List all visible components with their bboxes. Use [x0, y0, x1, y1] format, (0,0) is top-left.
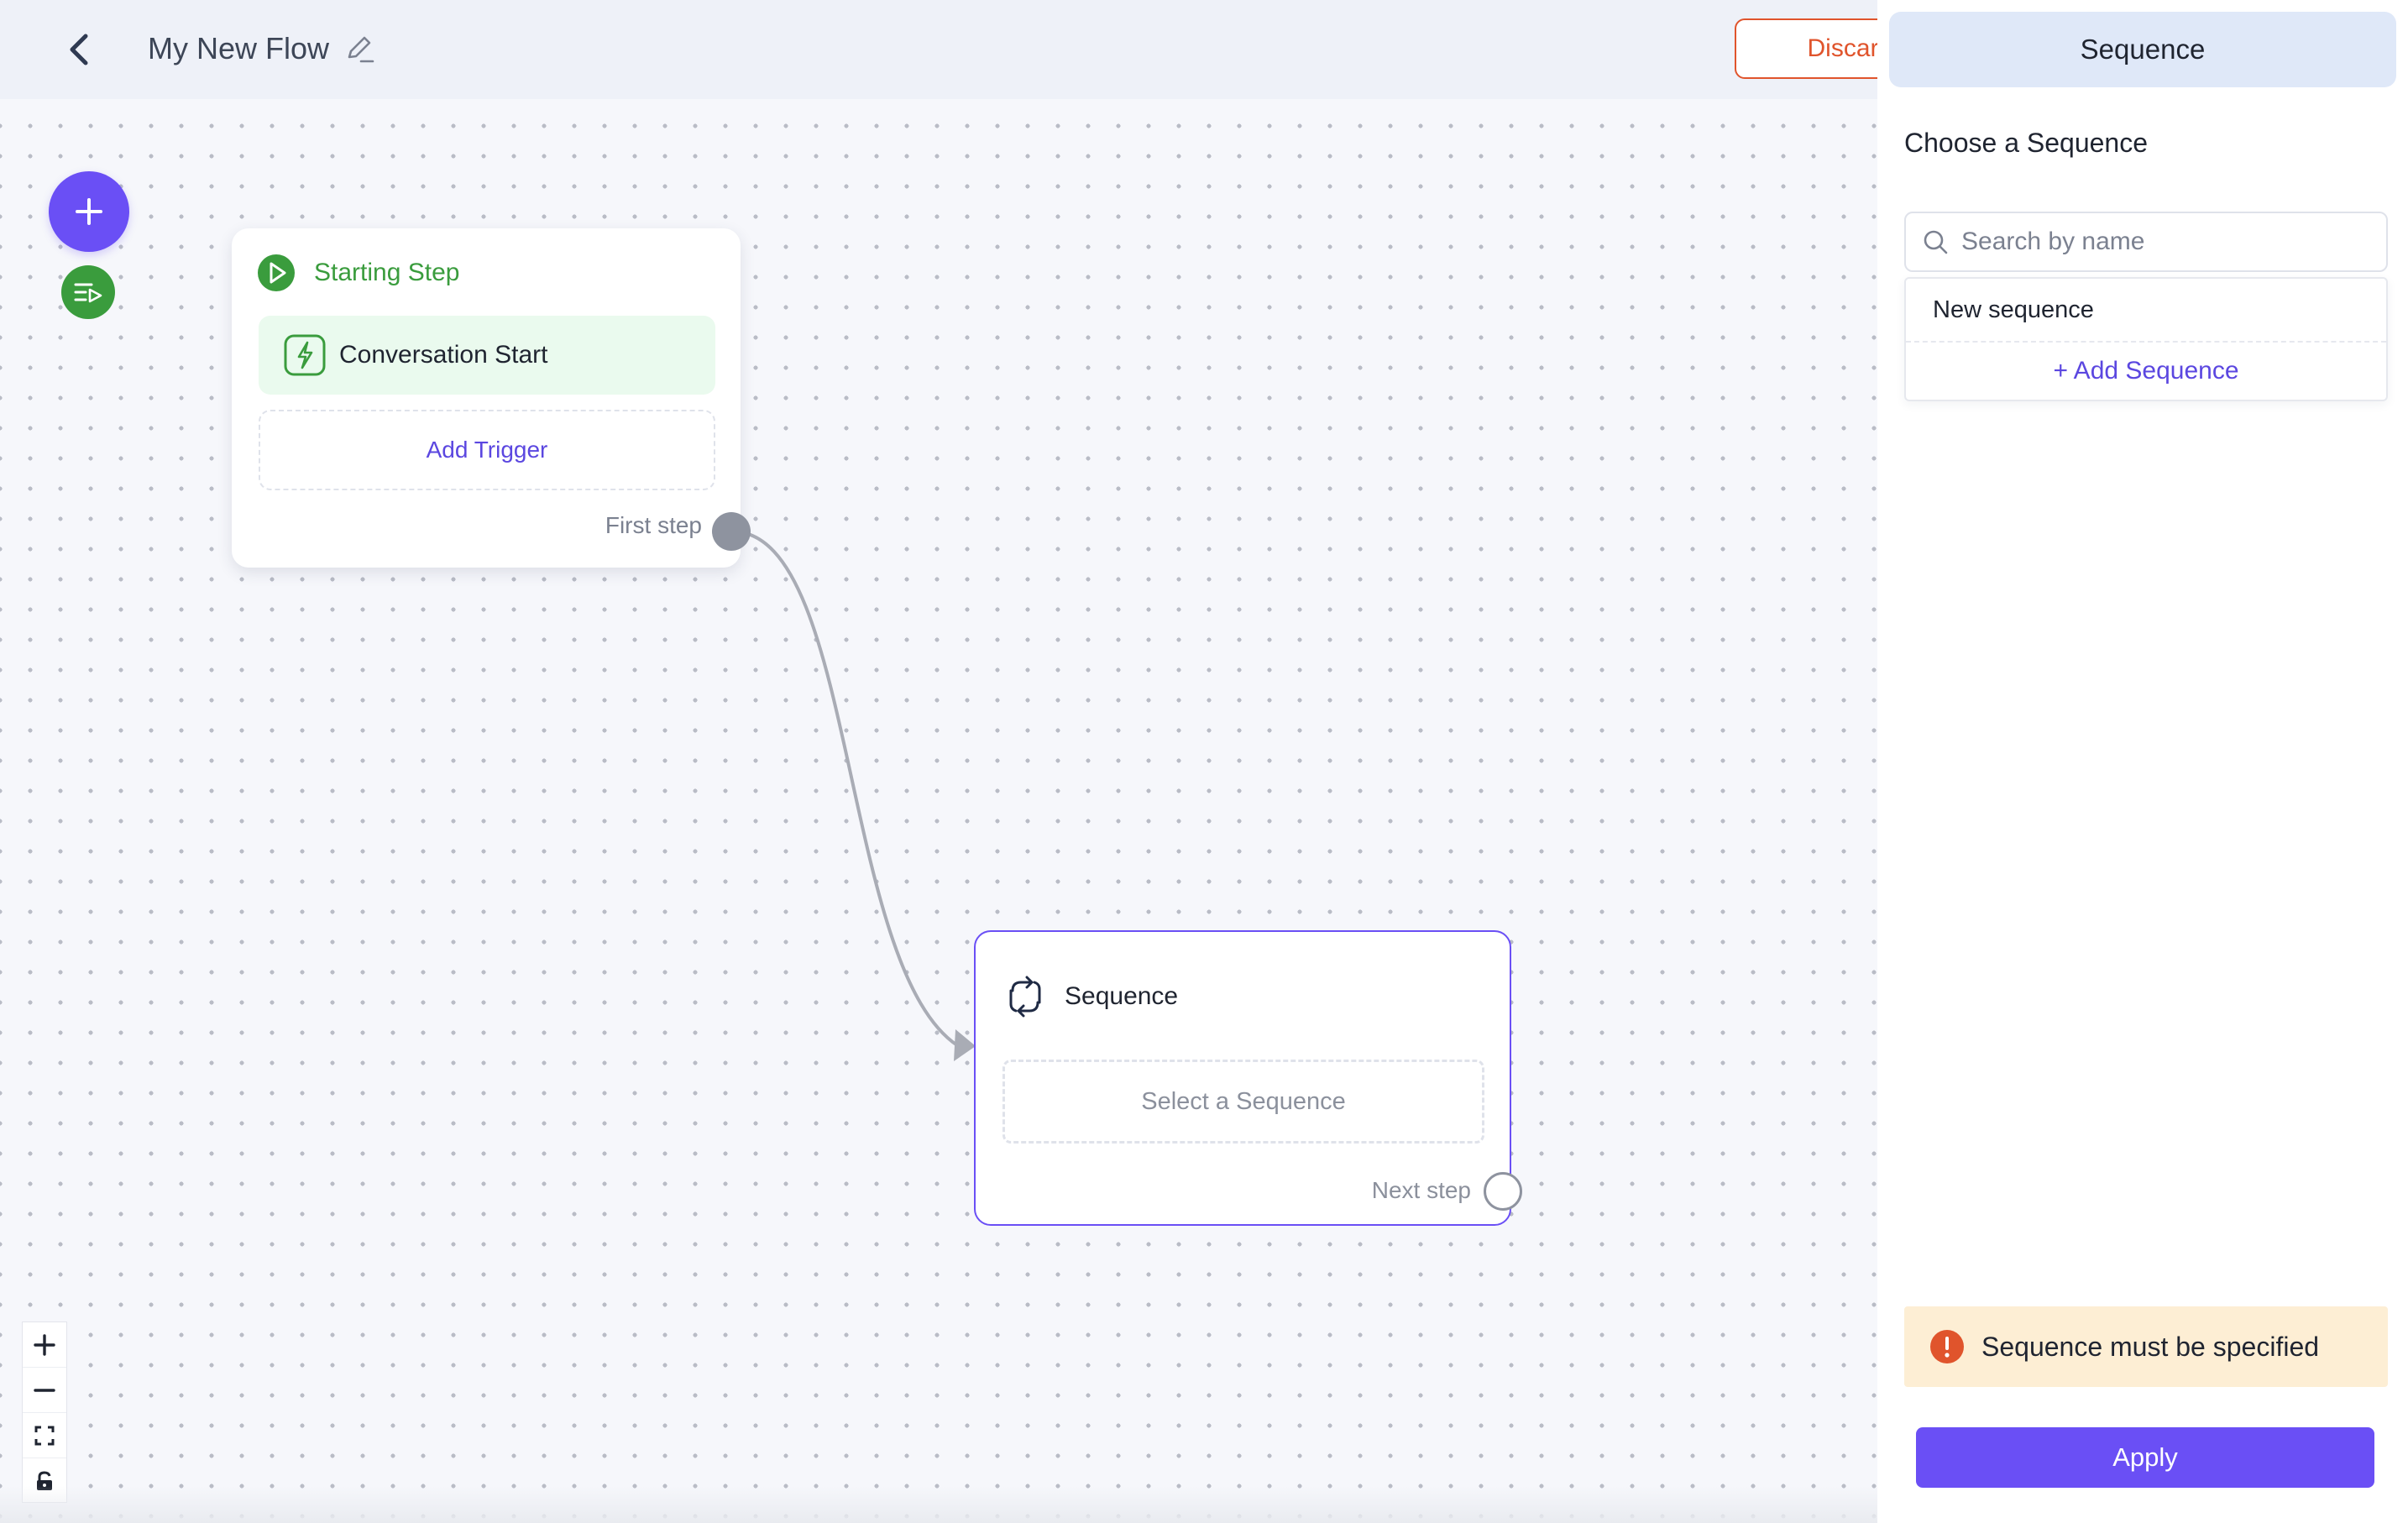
add-trigger-button[interactable]: Add Trigger: [259, 410, 715, 490]
add-step-button[interactable]: [49, 171, 129, 252]
next-step-label: Next step: [1371, 1177, 1471, 1203]
zoom-in-button[interactable]: [23, 1322, 66, 1368]
trigger-label: Conversation Start: [339, 341, 548, 369]
sequence-dropdown: New sequence + Add Sequence: [1904, 277, 2388, 401]
back-button[interactable]: [59, 32, 99, 67]
choose-sequence-label: Choose a Sequence: [1904, 128, 2148, 158]
flow-title: My New Flow: [148, 29, 374, 69]
minus-icon: [34, 1388, 55, 1392]
first-step-handle[interactable]: [712, 512, 751, 551]
plus-icon: [34, 1333, 55, 1356]
starting-step-title: Starting Step: [314, 259, 460, 286]
sequence-side-panel: Sequence Choose a Sequence New sequence …: [1877, 0, 2408, 1523]
sequence-search-input[interactable]: [1961, 228, 2356, 256]
starting-step-header: Starting Step: [257, 254, 459, 292]
sequence-node-title: Sequence: [1065, 982, 1179, 1010]
sequence-node[interactable]: Sequence Select a Sequence Next step: [974, 930, 1511, 1226]
lightning-icon: [284, 334, 326, 376]
pencil-icon[interactable]: [344, 34, 374, 64]
sequence-search-field[interactable]: [1904, 212, 2388, 272]
sequence-option[interactable]: New sequence: [1906, 279, 2386, 343]
exclamation-circle-icon: [1930, 1330, 1964, 1363]
first-step-label: First step: [605, 512, 702, 538]
loop-icon: [1009, 976, 1041, 1018]
next-step-handle[interactable]: [1484, 1172, 1522, 1211]
fit-view-button[interactable]: [23, 1413, 66, 1458]
search-icon: [1924, 230, 1948, 254]
apply-button[interactable]: Apply: [1916, 1427, 2374, 1488]
zoom-controls: [22, 1322, 67, 1503]
panel-tab-sequence[interactable]: Sequence: [1889, 12, 2396, 87]
list-play-icon: [74, 283, 102, 303]
zoom-out-button[interactable]: [23, 1368, 66, 1413]
starting-step-node[interactable]: Starting Step Conversation Start Add Tri…: [232, 228, 741, 568]
validation-alert: Sequence must be specified: [1904, 1306, 2388, 1387]
top-bar: My New Flow Discard c: [0, 0, 1945, 99]
alert-text: Sequence must be specified: [1981, 1331, 2320, 1362]
select-sequence-placeholder[interactable]: Select a Sequence: [1002, 1060, 1484, 1144]
flow-title-text: My New Flow: [148, 31, 330, 65]
sequence-node-header: Sequence: [1004, 976, 1178, 1018]
chevron-left-icon: [70, 34, 88, 65]
fit-screen-icon: [34, 1426, 55, 1445]
add-sequence-button[interactable]: + Add Sequence: [1906, 343, 2386, 400]
trigger-conversation-start[interactable]: Conversation Start: [259, 316, 715, 395]
canvas-bottom-edge: [0, 1486, 1877, 1523]
steps-list-button[interactable]: [61, 265, 115, 319]
play-circle-icon: [258, 254, 295, 291]
plus-icon: [76, 198, 102, 225]
